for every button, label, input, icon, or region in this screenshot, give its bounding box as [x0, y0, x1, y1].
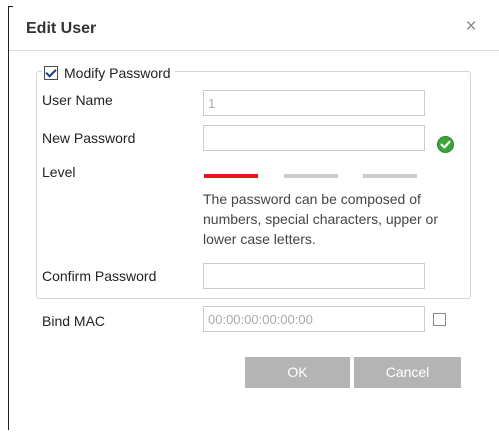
strength-bar-1: [204, 174, 258, 178]
new-password-label: New Password: [42, 130, 136, 146]
close-icon[interactable]: ×: [461, 16, 481, 38]
strength-bar-2: [284, 174, 338, 178]
cancel-button[interactable]: Cancel: [354, 357, 461, 388]
strength-bar-3: [363, 174, 417, 178]
bind-mac-input[interactable]: [203, 306, 425, 332]
modify-password-label: Modify Password: [64, 65, 171, 81]
user-name-label: User Name: [42, 92, 113, 108]
bind-mac-label: Bind MAC: [42, 313, 106, 329]
window-edge-tick: [8, 6, 13, 7]
new-password-input[interactable]: [203, 125, 425, 151]
user-name-input[interactable]: [203, 90, 425, 116]
level-label: Level: [42, 164, 76, 180]
check-circle-icon: [437, 136, 454, 153]
window-edge-line: [8, 6, 9, 430]
modify-password-toggle[interactable]: Modify Password: [42, 63, 175, 83]
confirm-password-input[interactable]: [203, 263, 425, 289]
ok-button[interactable]: OK: [245, 357, 350, 388]
bind-mac-checkbox[interactable]: [433, 313, 446, 326]
confirm-password-label: Confirm Password: [42, 268, 157, 284]
password-hint: The password can be composed of numbers,…: [203, 191, 438, 247]
header-divider: [9, 50, 499, 51]
dialog-title: Edit User: [26, 20, 97, 37]
checkmark-icon: [45, 66, 57, 78]
modify-password-checkbox[interactable]: [44, 66, 58, 80]
